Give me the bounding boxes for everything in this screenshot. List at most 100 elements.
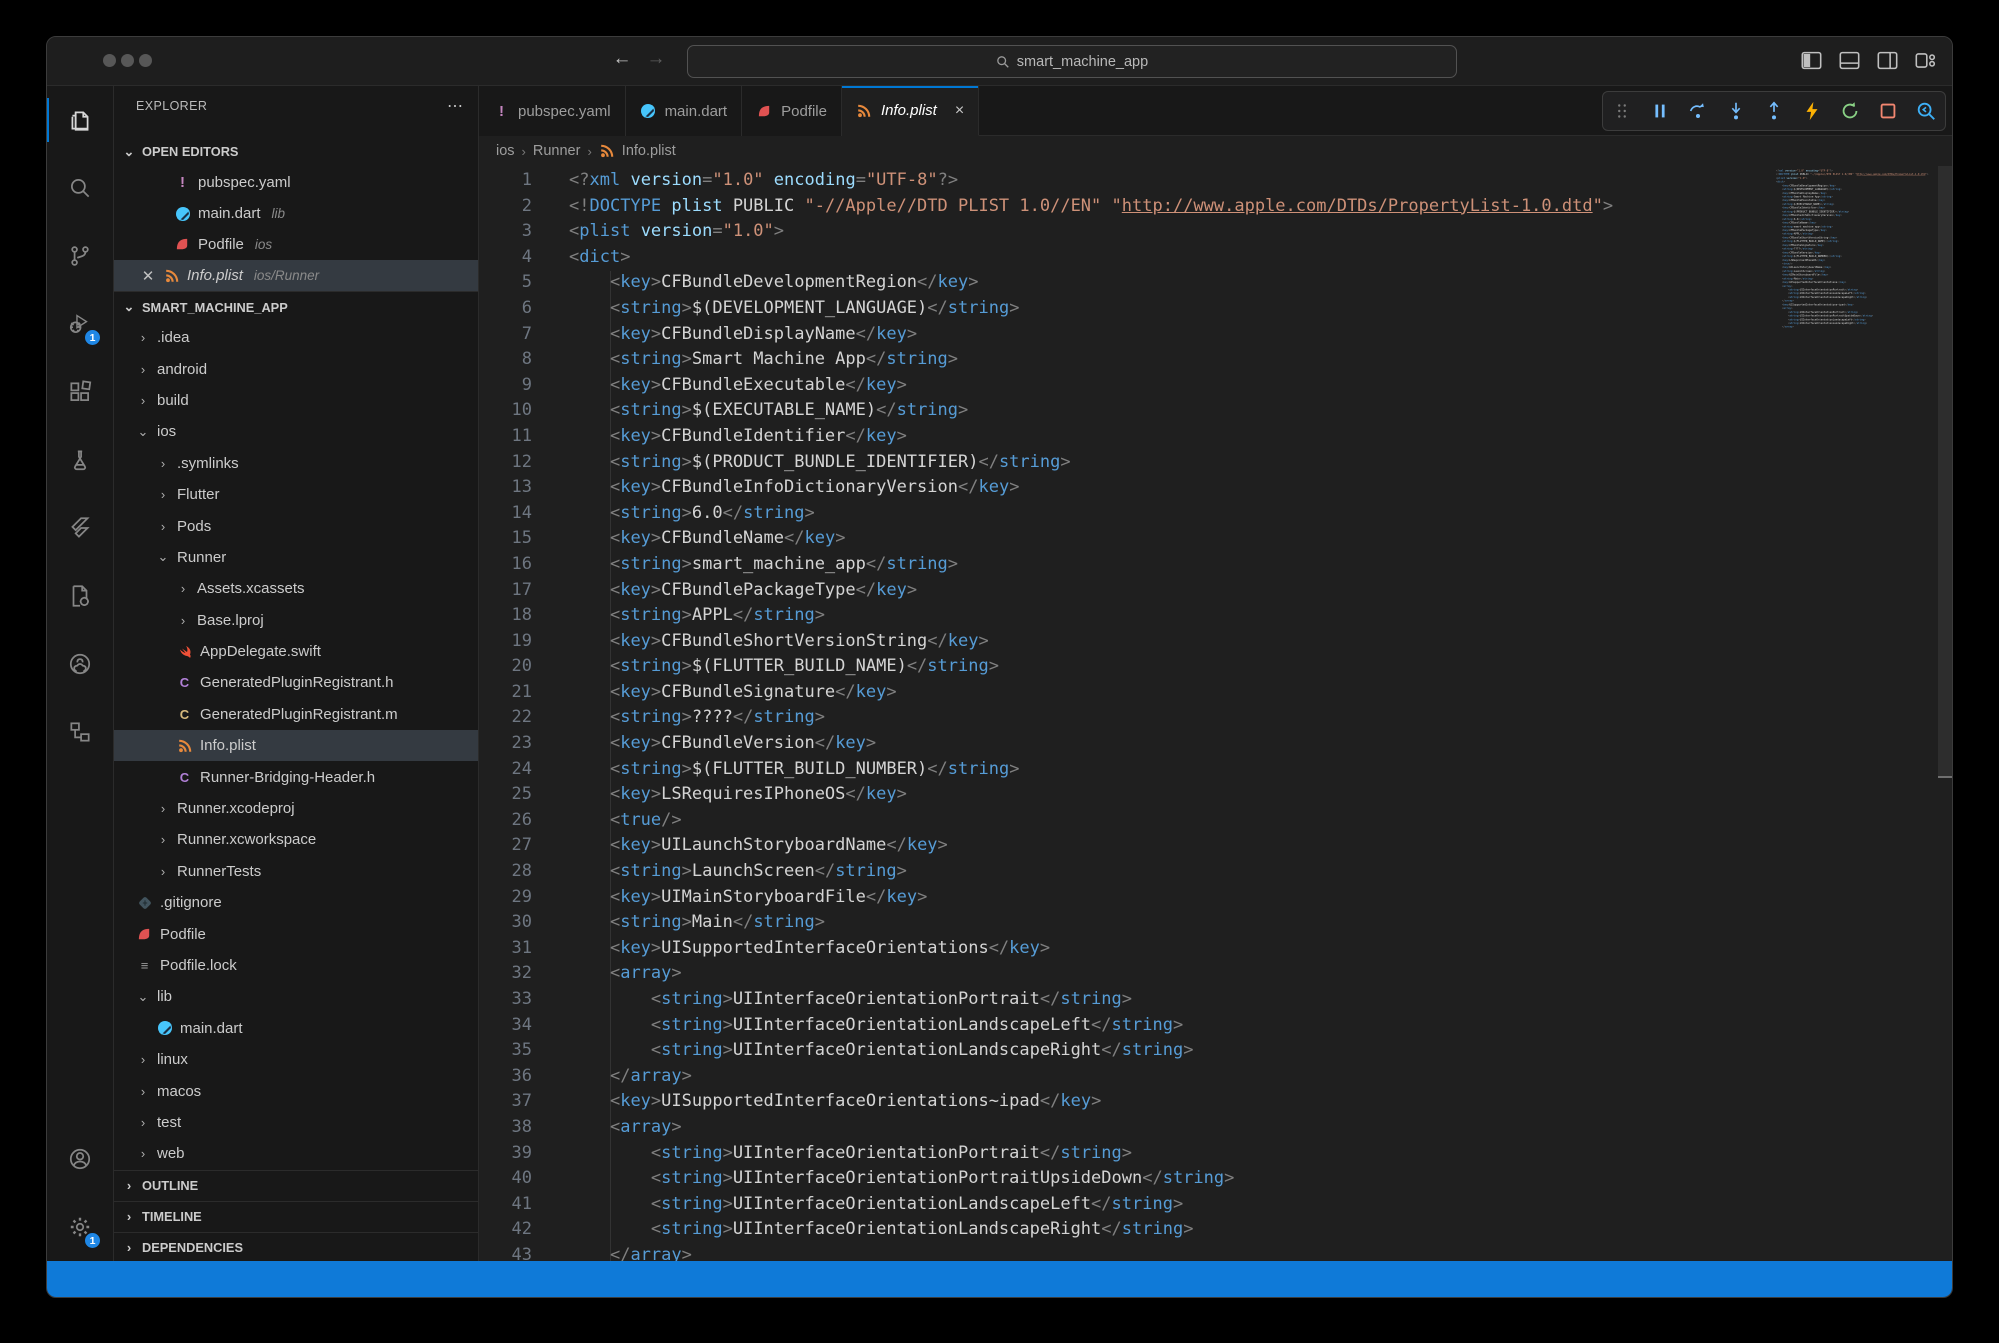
code-line-32[interactable]: 32 <array> (479, 961, 1774, 987)
tree-item-.symlinks[interactable]: ›.symlinks (114, 448, 478, 479)
tree-item-main.dart[interactable]: main.dart (114, 1013, 478, 1044)
code-line-2[interactable]: 2<!DOCTYPE plist PUBLIC "-//Apple//DTD P… (479, 194, 1774, 220)
command-center-search[interactable]: smart_machine_app (687, 45, 1457, 78)
code-line-8[interactable]: 8 <string>Smart Machine App</string> (479, 347, 1774, 373)
code-line-29[interactable]: 29 <key>UIMainStoryboardFile</key> (479, 885, 1774, 911)
window-minimize-button[interactable] (121, 54, 134, 67)
nav-forward-button[interactable]: → (643, 48, 669, 70)
breadcrumb-item[interactable]: ios (496, 143, 515, 159)
tree-item-web[interactable]: ›web (114, 1138, 478, 1169)
tree-item-lib[interactable]: ⌄lib (114, 981, 478, 1012)
window-close-button[interactable] (103, 54, 116, 67)
tree-item-Podfile[interactable]: Podfile (114, 918, 478, 949)
tree-item-test[interactable]: ›test (114, 1107, 478, 1138)
step-over-icon[interactable] (1687, 100, 1709, 122)
code-line-39[interactable]: 39 <string>UIInterfaceOrientationPortrai… (479, 1141, 1774, 1167)
tree-item-.idea[interactable]: ›.idea (114, 322, 478, 353)
activity-flutter-icon[interactable] (47, 494, 113, 562)
section-timeline[interactable]: ›TIMELINE (114, 1201, 478, 1232)
code-line-22[interactable]: 22 <string>????</string> (479, 705, 1774, 731)
code-line-7[interactable]: 7 <key>CFBundleDisplayName</key> (479, 322, 1774, 348)
code-line-31[interactable]: 31 <key>UISupportedInterfaceOrientations… (479, 936, 1774, 962)
window-zoom-button[interactable] (139, 54, 152, 67)
breadcrumb-item[interactable]: Info.plist (622, 143, 676, 159)
close-icon[interactable]: ✕ (140, 267, 156, 285)
code-line-16[interactable]: 16 <string>smart_machine_app</string> (479, 552, 1774, 578)
activity-remote-projects-icon[interactable] (47, 698, 113, 766)
tab-Info.plist[interactable]: Info.plist× (842, 86, 979, 136)
code-line-1[interactable]: 1<?xml version="1.0" encoding="UTF-8"?> (479, 168, 1774, 194)
activity-source-control-icon[interactable] (47, 222, 113, 290)
activity-run-config-icon[interactable] (47, 562, 113, 630)
code-line-19[interactable]: 19 <key>CFBundleShortVersionString</key> (479, 629, 1774, 655)
code-line-20[interactable]: 20 <string>$(FLUTTER_BUILD_NAME)</string… (479, 654, 1774, 680)
code-line-35[interactable]: 35 <string>UIInterfaceOrientationLandsca… (479, 1038, 1774, 1064)
tree-item-ios[interactable]: ⌄ios (114, 416, 478, 447)
tree-item-macos[interactable]: ›macos (114, 1075, 478, 1106)
code-line-14[interactable]: 14 <string>6.0</string> (479, 501, 1774, 527)
code-line-36[interactable]: 36 </array> (479, 1064, 1774, 1090)
code-line-38[interactable]: 38 <array> (479, 1115, 1774, 1141)
tree-item-Runner-Bridging-Header.h[interactable]: CRunner-Bridging-Header.h (114, 761, 478, 792)
section-outline[interactable]: ›OUTLINE (114, 1170, 478, 1201)
customize-layout-icon[interactable] (1915, 50, 1936, 71)
code-line-25[interactable]: 25 <key>LSRequiresIPhoneOS</key> (479, 782, 1774, 808)
open-editor-main.dart[interactable]: main.dartlib (114, 198, 478, 229)
activity-extensions-icon[interactable] (47, 358, 113, 426)
tree-item-Runner.xcodeproj[interactable]: ›Runner.xcodeproj (114, 793, 478, 824)
code-line-26[interactable]: 26 <true/> (479, 808, 1774, 834)
project-section-header[interactable]: ⌄ SMART_MACHINE_APP (114, 291, 478, 322)
open-editor-Info.plist[interactable]: ✕Info.plistios/Runner (114, 260, 478, 291)
code-line-42[interactable]: 42 <string>UIInterfaceOrientationLandsca… (479, 1217, 1774, 1243)
hot-reload-icon[interactable] (1801, 100, 1823, 122)
code-line-4[interactable]: 4<dict> (479, 245, 1774, 271)
sidebar-more-actions-icon[interactable]: ⋯ (447, 96, 464, 116)
code-line-17[interactable]: 17 <key>CFBundlePackageType</key> (479, 578, 1774, 604)
code-line-24[interactable]: 24 <string>$(FLUTTER_BUILD_NUMBER)</stri… (479, 757, 1774, 783)
minimap[interactable]: <?xml version="1.0" encoding="UTF-8"?><!… (1776, 169, 1934, 589)
tree-item-Pods[interactable]: ›Pods (114, 510, 478, 541)
activity-search-icon[interactable] (47, 154, 113, 222)
activity-settings-icon[interactable]: 1 (47, 1193, 113, 1261)
tree-item-android[interactable]: ›android (114, 353, 478, 384)
code-line-27[interactable]: 27 <key>UILaunchStoryboardName</key> (479, 833, 1774, 859)
tree-item-Flutter[interactable]: ›Flutter (114, 479, 478, 510)
code-line-6[interactable]: 6 <string>$(DEVELOPMENT_LANGUAGE)</strin… (479, 296, 1774, 322)
editor-scrollbar[interactable] (1938, 166, 1952, 1261)
activity-run-debug-icon[interactable]: 1 (47, 290, 113, 358)
toggle-primary-sidebar-icon[interactable] (1801, 50, 1822, 71)
toggle-panel-icon[interactable] (1839, 50, 1860, 71)
code-area[interactable]: 1<?xml version="1.0" encoding="UTF-8"?>2… (479, 166, 1952, 1261)
nav-back-button[interactable]: ← (609, 48, 635, 70)
tab-pubspec.yaml[interactable]: !pubspec.yaml (479, 86, 626, 136)
code-line-30[interactable]: 30 <string>Main</string> (479, 910, 1774, 936)
code-line-28[interactable]: 28 <string>LaunchScreen</string> (479, 859, 1774, 885)
open-editor-Podfile[interactable]: Podfileios (114, 229, 478, 260)
code-line-21[interactable]: 21 <key>CFBundleSignature</key> (479, 680, 1774, 706)
tab-main.dart[interactable]: main.dart (626, 86, 743, 136)
tree-item-GeneratedPluginRegistrant.m[interactable]: CGeneratedPluginRegistrant.m (114, 699, 478, 730)
tree-item-Runner.xcworkspace[interactable]: ›Runner.xcworkspace (114, 824, 478, 855)
tree-item-Runner[interactable]: ⌄Runner (114, 542, 478, 573)
section-dependencies[interactable]: ›DEPENDENCIES (114, 1232, 478, 1261)
tree-item-linux[interactable]: ›linux (114, 1044, 478, 1075)
tree-item-Assets.xcassets[interactable]: ›Assets.xcassets (114, 573, 478, 604)
code-line-34[interactable]: 34 <string>UIInterfaceOrientationLandsca… (479, 1013, 1774, 1039)
activity-github-icon[interactable] (47, 630, 113, 698)
tree-item-Info.plist[interactable]: Info.plist (114, 730, 478, 761)
activity-account-icon[interactable] (47, 1125, 113, 1193)
scrollbar-thumb[interactable] (1938, 166, 1952, 778)
tree-item-AppDelegate.swift[interactable]: AppDelegate.swift (114, 636, 478, 667)
toggle-secondary-sidebar-icon[interactable] (1877, 50, 1898, 71)
code-line-18[interactable]: 18 <string>APPL</string> (479, 603, 1774, 629)
inspector-icon[interactable] (1915, 100, 1937, 122)
code-line-15[interactable]: 15 <key>CFBundleName</key> (479, 526, 1774, 552)
pause-icon[interactable] (1649, 100, 1671, 122)
open-editors-section-header[interactable]: ⌄ OPEN EDITORS (114, 136, 478, 167)
breadcrumb-item[interactable]: Runner (533, 143, 581, 159)
tree-item-GeneratedPluginRegistrant.h[interactable]: CGeneratedPluginRegistrant.h (114, 667, 478, 698)
restart-icon[interactable] (1839, 100, 1861, 122)
code-line-11[interactable]: 11 <key>CFBundleIdentifier</key> (479, 424, 1774, 450)
tree-item-Podfile.lock[interactable]: ≡Podfile.lock (114, 950, 478, 981)
code-line-13[interactable]: 13 <key>CFBundleInfoDictionaryVersion</k… (479, 475, 1774, 501)
